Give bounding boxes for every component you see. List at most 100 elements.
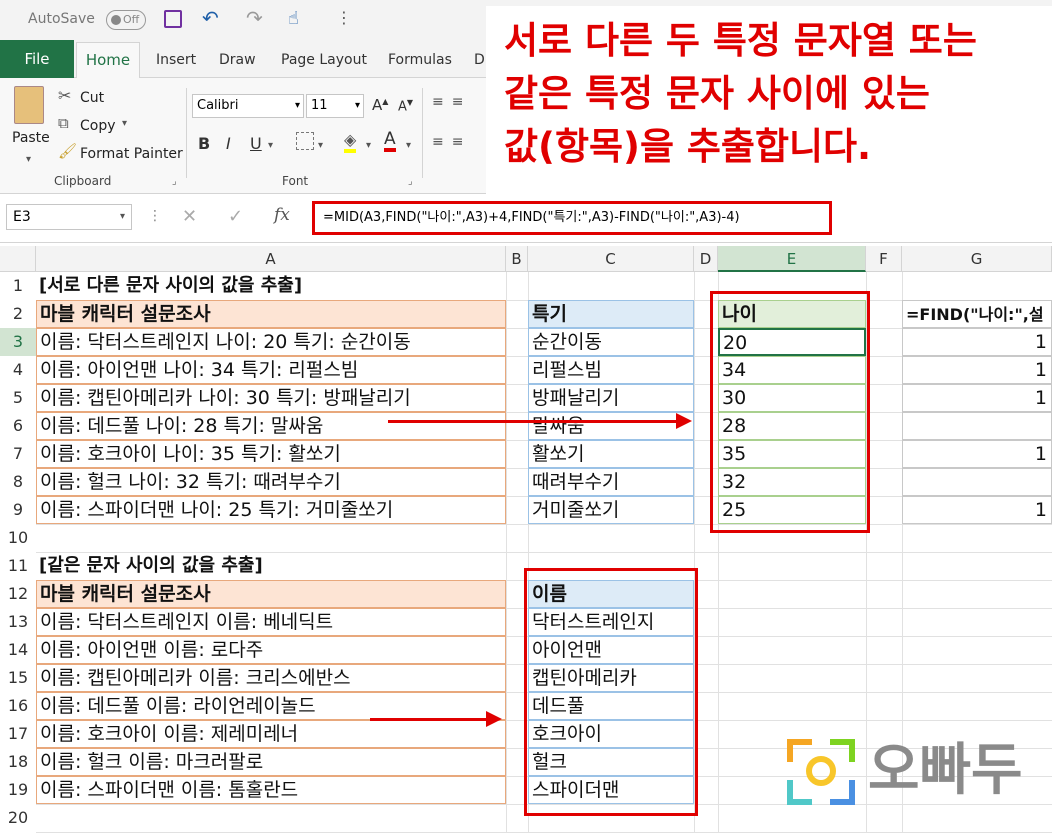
cell-a1[interactable]: [서로 다른 문자 사이의 값을 추출]: [36, 272, 636, 300]
column-header-e[interactable]: E: [718, 246, 866, 272]
row-header-19[interactable]: 19: [0, 776, 36, 804]
underline-dropdown-icon[interactable]: ▾: [268, 140, 273, 151]
enter-icon[interactable]: ✓: [228, 206, 243, 227]
cell-a3[interactable]: 이름: 닥터스트레인지 나이: 20 특기: 순간이동: [36, 328, 506, 356]
borders-icon[interactable]: [296, 132, 314, 150]
row-header-15[interactable]: 15: [0, 664, 36, 692]
cell-c6[interactable]: 말싸움: [528, 412, 694, 440]
cell-c3[interactable]: 순간이동: [528, 328, 694, 356]
insert-function-button[interactable]: fx: [274, 205, 290, 225]
column-header-g[interactable]: G: [902, 246, 1052, 272]
increase-font-icon[interactable]: A▲: [372, 96, 388, 114]
decrease-font-icon[interactable]: A▼: [398, 98, 413, 114]
cell-a6[interactable]: 이름: 데드풀 나이: 28 특기: 말싸움: [36, 412, 506, 440]
row-header-9[interactable]: 9: [0, 496, 36, 524]
row-header-7[interactable]: 7: [0, 440, 36, 468]
font-launcher-icon[interactable]: ⌟: [408, 176, 413, 187]
fill-dropdown-icon[interactable]: ▾: [366, 140, 371, 151]
cell-a15[interactable]: 이름: 캡틴아메리카 이름: 크리스에반스: [36, 664, 506, 692]
underline-button[interactable]: U: [250, 134, 262, 153]
cell-a17[interactable]: 이름: 호크아이 이름: 제레미레너: [36, 720, 506, 748]
row-header-4[interactable]: 4: [0, 356, 36, 384]
fill-color-icon[interactable]: ◈: [344, 130, 357, 153]
row-header-1[interactable]: 1: [0, 272, 36, 300]
format-painter-button[interactable]: Format Painter: [80, 146, 183, 162]
row-header-3[interactable]: 3: [0, 328, 36, 356]
copy-button[interactable]: Copy: [80, 118, 116, 134]
row-header-11[interactable]: 11: [0, 552, 36, 580]
tab-insert[interactable]: Insert: [156, 52, 196, 68]
cell-a19[interactable]: 이름: 스파이더맨 이름: 톰홀란드: [36, 776, 506, 804]
redo-icon[interactable]: ↷: [246, 6, 263, 30]
save-icon[interactable]: [164, 10, 182, 28]
cell-c9[interactable]: 거미줄쏘기: [528, 496, 694, 524]
paste-button[interactable]: Paste: [12, 130, 50, 146]
autosave-toggle[interactable]: Off: [106, 10, 146, 30]
cell-g8[interactable]: [902, 468, 1052, 496]
formula-input[interactable]: =MID(A3,FIND("나이:",A3)+4,FIND("특기:",A3)-…: [312, 201, 832, 235]
row-header-17[interactable]: 17: [0, 720, 36, 748]
cut-button[interactable]: Cut: [80, 90, 104, 106]
column-header-f[interactable]: F: [866, 246, 902, 272]
cell-a16[interactable]: 이름: 데드풀 이름: 라이언레이놀드: [36, 692, 506, 720]
cell-c7[interactable]: 활쏘기: [528, 440, 694, 468]
paste-dropdown-icon[interactable]: ▾: [26, 154, 31, 165]
row-header-12[interactable]: 12: [0, 580, 36, 608]
drag-handle-icon[interactable]: ⋮: [148, 208, 162, 224]
tab-home[interactable]: Home: [76, 42, 140, 79]
copy-icon[interactable]: ⧉: [58, 114, 69, 132]
cell-g3[interactable]: 1: [902, 328, 1052, 356]
cut-icon[interactable]: ✂: [58, 86, 71, 105]
italic-button[interactable]: I: [226, 134, 231, 153]
column-header-d[interactable]: D: [694, 246, 718, 272]
cell-a8[interactable]: 이름: 헐크 나이: 32 특기: 때려부수기: [36, 468, 506, 496]
cell-c5[interactable]: 방패날리기: [528, 384, 694, 412]
cell-a14[interactable]: 이름: 아이언맨 이름: 로다주: [36, 636, 506, 664]
cell-g4[interactable]: 1: [902, 356, 1052, 384]
tab-page-layout[interactable]: Page Layout: [281, 52, 367, 68]
tab-draw[interactable]: Draw: [219, 52, 256, 68]
cell-c8[interactable]: 때려부수기: [528, 468, 694, 496]
row-header-8[interactable]: 8: [0, 468, 36, 496]
row-header-18[interactable]: 18: [0, 748, 36, 776]
cell-a13[interactable]: 이름: 닥터스트레인지 이름: 베네딕트: [36, 608, 506, 636]
row-header-5[interactable]: 5: [0, 384, 36, 412]
name-box[interactable]: E3 ▾: [6, 204, 132, 230]
customize-toolbar-icon[interactable]: ⋮: [336, 8, 352, 27]
font-color-dropdown-icon[interactable]: ▾: [406, 140, 411, 151]
cell-a18[interactable]: 이름: 헐크 이름: 마크러팔로: [36, 748, 506, 776]
tab-file[interactable]: File: [0, 40, 74, 78]
tab-formulas[interactable]: Formulas: [388, 52, 452, 68]
cell-c4[interactable]: 리펄스빔: [528, 356, 694, 384]
row-header-6[interactable]: 6: [0, 412, 36, 440]
cell-a4[interactable]: 이름: 아이언맨 나이: 34 특기: 리펄스빔: [36, 356, 506, 384]
row-header-20[interactable]: 20: [0, 804, 36, 832]
font-color-icon[interactable]: A: [384, 130, 396, 152]
row-header-13[interactable]: 13: [0, 608, 36, 636]
cell-g9[interactable]: 1: [902, 496, 1052, 524]
clipboard-launcher-icon[interactable]: ⌟: [172, 176, 177, 187]
row-header-10[interactable]: 10: [0, 524, 36, 552]
cancel-icon[interactable]: ✕: [182, 206, 197, 227]
cell-g6[interactable]: [902, 412, 1052, 440]
row-header-2[interactable]: 2: [0, 300, 36, 328]
cell-g7[interactable]: 1: [902, 440, 1052, 468]
cell-a12[interactable]: 마블 캐릭터 설문조사: [36, 580, 506, 608]
undo-icon[interactable]: ↶: [202, 6, 219, 30]
align-left-icon[interactable]: ≡≡: [432, 134, 471, 150]
font-name-select[interactable]: Calibri ▾: [192, 94, 304, 118]
bold-button[interactable]: B: [198, 134, 210, 153]
column-header-c[interactable]: C: [528, 246, 694, 272]
borders-dropdown-icon[interactable]: ▾: [318, 140, 323, 151]
cell-a2[interactable]: 마블 캐릭터 설문조사: [36, 300, 506, 328]
paste-icon[interactable]: [14, 86, 44, 124]
column-header-b[interactable]: B: [506, 246, 528, 272]
row-header-16[interactable]: 16: [0, 692, 36, 720]
format-painter-icon[interactable]: 🖌: [58, 142, 77, 160]
touch-mode-icon[interactable]: ☝: [288, 8, 299, 29]
cell-a7[interactable]: 이름: 호크아이 나이: 35 특기: 활쏘기: [36, 440, 506, 468]
copy-dropdown-icon[interactable]: ▾: [122, 118, 127, 129]
cell-c2[interactable]: 특기: [528, 300, 694, 328]
row-header-14[interactable]: 14: [0, 636, 36, 664]
cell-g5[interactable]: 1: [902, 384, 1052, 412]
